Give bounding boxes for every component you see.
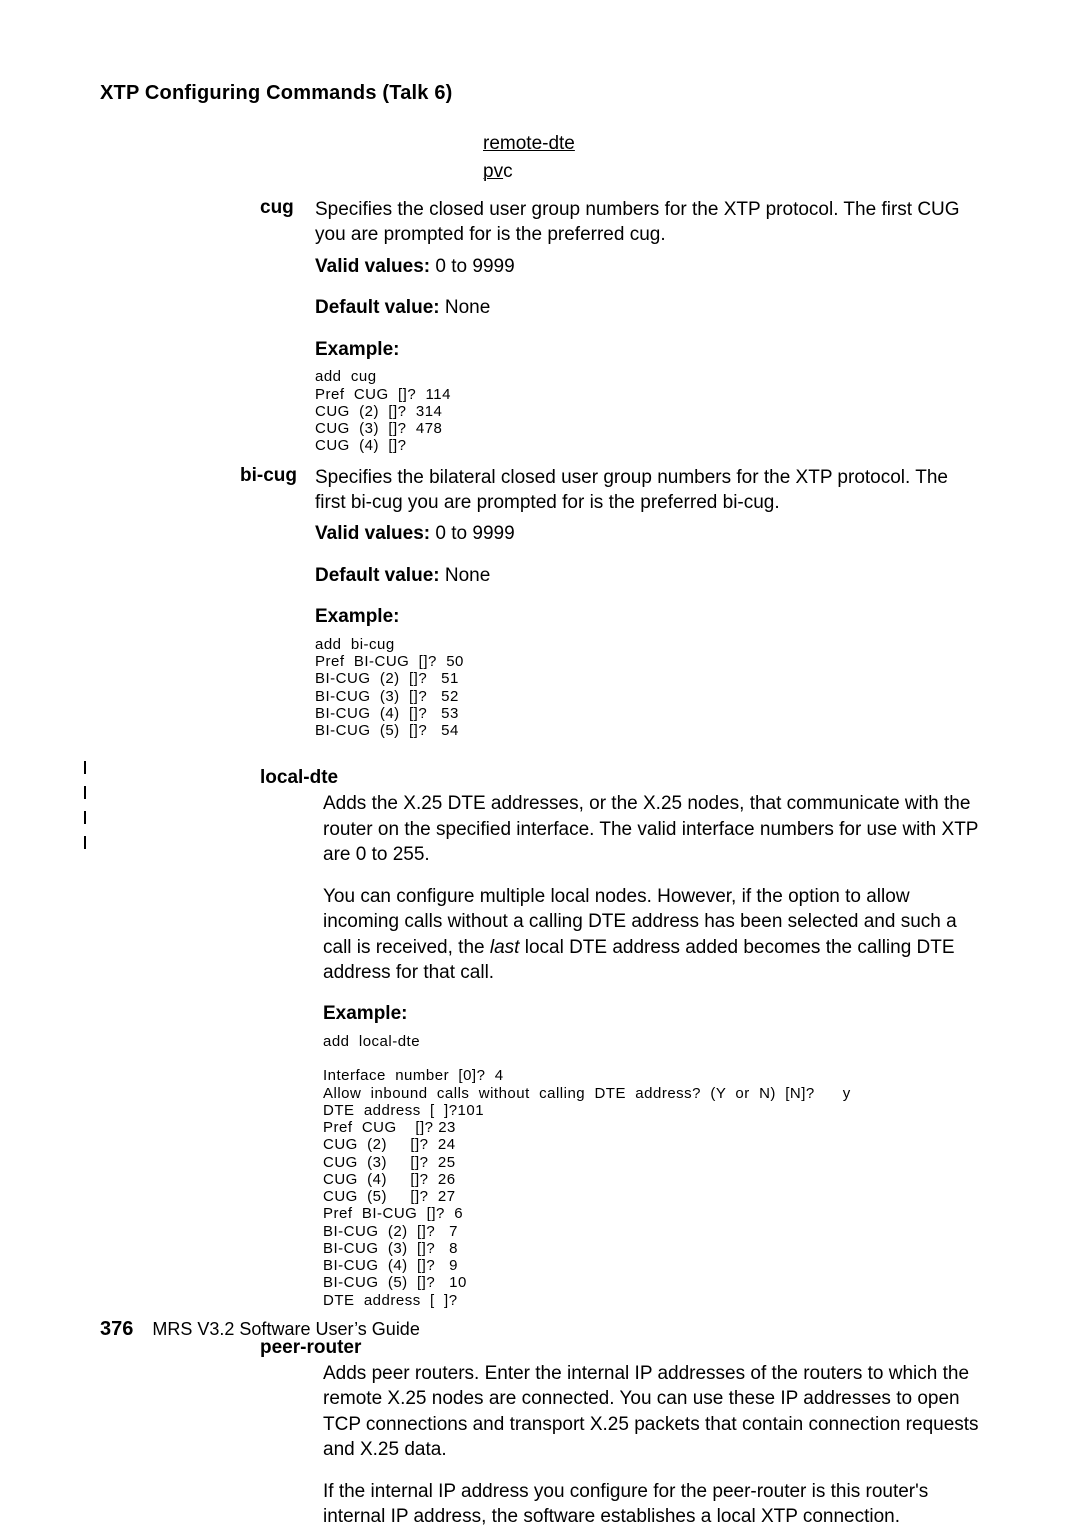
cug-default-value: None bbox=[440, 297, 491, 318]
term-local-dte: local-dte bbox=[260, 767, 980, 789]
bicug-valid: Valid values: 0 to 9999 bbox=[315, 521, 980, 546]
desc-local-dte: Adds the X.25 DTE addresses, or the X.25… bbox=[323, 791, 980, 1319]
bicug-default-label: Default value: bbox=[315, 565, 440, 586]
bicug-default-value: None bbox=[440, 565, 491, 586]
change-bar bbox=[84, 836, 86, 849]
cug-valid-value: 0 to 9999 bbox=[430, 256, 515, 277]
localdte-example-text: add local-dte Interface number [0]? 4 Al… bbox=[323, 1033, 980, 1309]
kw-pvc: pvc bbox=[483, 161, 980, 183]
bicug-valid-label: Valid values: bbox=[315, 523, 430, 544]
entry-local-dte: Adds the X.25 DTE addresses, or the X.25… bbox=[100, 791, 980, 1319]
cug-valid: Valid values: 0 to 9999 bbox=[315, 254, 980, 279]
page: XTP Configuring Commands (Talk 6) remote… bbox=[0, 0, 1080, 1397]
peer-p1: Adds peer routers. Enter the internal IP… bbox=[323, 1361, 980, 1463]
bicug-valid-value: 0 to 9999 bbox=[430, 523, 515, 544]
cug-example-text: add cug Pref CUG []? 114 CUG (2) []? 314… bbox=[315, 368, 980, 454]
localdte-p2: You can configure multiple local nodes. … bbox=[323, 884, 980, 986]
localdte-p1: Adds the X.25 DTE addresses, or the X.25… bbox=[323, 791, 980, 867]
page-number: 376 bbox=[100, 1318, 133, 1340]
kw-pvc-rest: c bbox=[503, 161, 513, 182]
desc-cug: Specifies the closed user group numbers … bbox=[315, 197, 980, 465]
page-footer: 376 MRS V3.2 Software User’s Guide bbox=[100, 1318, 420, 1341]
bicug-default: Default value: None bbox=[315, 563, 980, 588]
entry-bicug: bi-cug Specifies the bilateral closed us… bbox=[100, 465, 980, 750]
change-bar bbox=[84, 761, 86, 774]
entry-cug: cug Specifies the closed user group numb… bbox=[100, 197, 980, 465]
entry-peer-router: Adds peer routers. Enter the internal IP… bbox=[100, 1361, 980, 1536]
cug-example-label: Example: bbox=[315, 337, 980, 362]
cug-default: Default value: None bbox=[315, 295, 980, 320]
term-cug: cug bbox=[100, 197, 315, 219]
cug-valid-label: Valid values: bbox=[315, 256, 430, 277]
bicug-example-text: add bi-cug Pref BI-CUG []? 50 BI-CUG (2)… bbox=[315, 636, 980, 740]
localdte-example-label: Example: bbox=[323, 1001, 980, 1026]
change-bar bbox=[84, 811, 86, 824]
desc-peer-router: Adds peer routers. Enter the internal IP… bbox=[323, 1361, 980, 1536]
book-title: MRS V3.2 Software User’s Guide bbox=[152, 1319, 419, 1339]
bicug-example-label: Example: bbox=[315, 604, 980, 629]
kw-remote-dte: remote-dte bbox=[483, 133, 980, 155]
bicug-desc-text: Specifies the bilateral closed user grou… bbox=[315, 465, 980, 516]
cug-desc-text: Specifies the closed user group numbers … bbox=[315, 197, 980, 248]
change-bar bbox=[84, 786, 86, 799]
page-title: XTP Configuring Commands (Talk 6) bbox=[100, 82, 980, 105]
localdte-p2-italic: last bbox=[490, 937, 520, 958]
peer-p2: If the internal IP address you configure… bbox=[323, 1479, 980, 1530]
desc-bicug: Specifies the bilateral closed user grou… bbox=[315, 465, 980, 750]
kw-remote-dte-text: remote-dte bbox=[483, 133, 575, 154]
cug-default-label: Default value: bbox=[315, 297, 440, 318]
kw-pvc-underline: pv bbox=[483, 161, 503, 182]
term-bicug: bi-cug bbox=[100, 465, 315, 487]
